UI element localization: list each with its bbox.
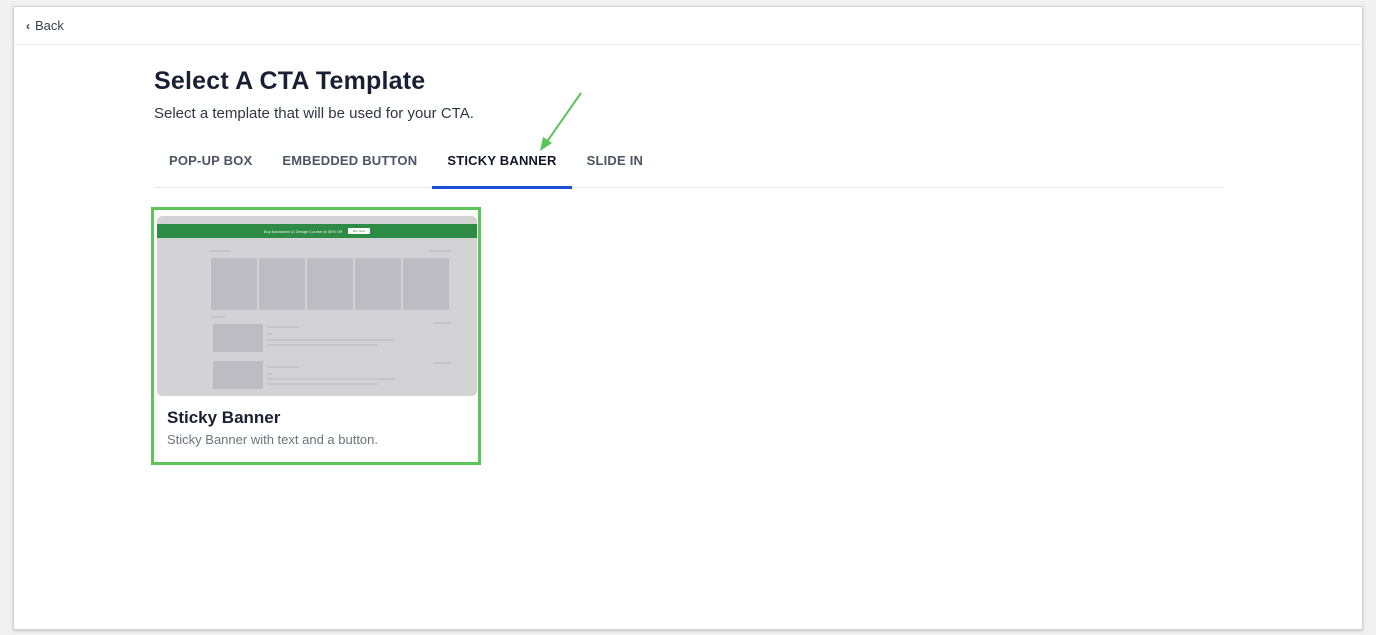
tab-slide-in[interactable]: SLIDE IN [572,144,659,188]
preview-placeholder [267,366,299,368]
preview-placeholder [307,258,353,310]
preview-banner-button: Buy Now [348,228,371,234]
preview-placeholder [267,333,272,335]
preview-placeholder [213,361,263,389]
preview-placeholder [429,250,451,252]
preview-placeholder [355,258,401,310]
page-title: Select A CTA Template [154,67,426,95]
annotation-arrow-icon [540,92,582,151]
preview-placeholder [433,362,451,364]
template-card-description: Sticky Banner with text and a button. [167,432,379,447]
preview-placeholder [267,344,377,346]
template-preview: Buy Advanced UI Design Course at 50% Off… [157,216,477,396]
preview-placeholder [433,322,451,324]
template-card-sticky-banner[interactable]: Buy Advanced UI Design Course at 50% Off… [151,207,481,465]
tab-pop-up-box[interactable]: POP-UP BOX [154,144,267,188]
preview-placeholder [267,373,272,375]
back-label: Back [35,18,64,33]
preview-sticky-banner: Buy Advanced UI Design Course at 50% Off… [157,224,477,238]
template-tabs: POP-UP BOX EMBEDDED BUTTON STICKY BANNER… [154,144,1224,189]
preview-placeholder [211,258,257,310]
template-card-title: Sticky Banner [167,408,281,427]
preview-banner-text: Buy Advanced UI Design Course at 50% Off [263,228,343,234]
preview-placeholder [213,324,263,352]
preview-placeholder [267,326,299,328]
page-subtitle: Select a template that will be used for … [154,105,474,122]
preview-placeholder [211,316,225,318]
preview-placeholder [267,378,395,380]
tab-embedded-button[interactable]: EMBEDDED BUTTON [267,144,432,188]
preview-placeholder [267,383,377,385]
preview-placeholder [259,258,305,310]
app-window: ‹ Back Select A CTA Template Select a te… [13,6,1363,630]
preview-placeholder [209,250,231,252]
top-bar: ‹ Back [14,7,1362,45]
preview-placeholder [403,258,449,310]
back-link[interactable]: ‹ Back [26,18,64,33]
template-picker: Select A CTA Template Select a template … [154,67,1224,189]
preview-placeholder [267,339,395,341]
chevron-left-icon: ‹ [26,18,30,33]
